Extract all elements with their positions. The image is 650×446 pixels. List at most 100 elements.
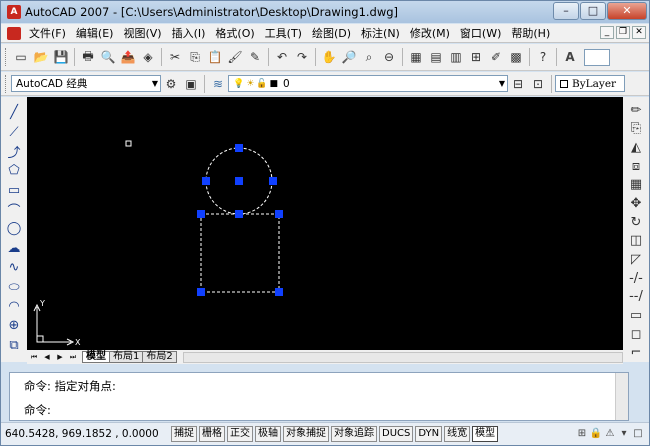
drawing-canvas[interactable]: Y X (27, 97, 623, 350)
redo-icon[interactable]: ↷ (294, 49, 311, 66)
save-icon[interactable]: 💾 (53, 49, 70, 66)
polygon-icon[interactable]: ⬠ (6, 162, 23, 179)
tab-2[interactable]: 布局2 (142, 351, 177, 363)
grip-group[interactable] (197, 144, 283, 296)
workspace-settings-icon[interactable]: ⚙ (163, 75, 180, 92)
help-icon[interactable]: ? (535, 49, 552, 66)
grip-rect-top-right[interactable] (275, 210, 283, 218)
layer-manager-icon[interactable]: ≋ (210, 75, 227, 92)
break-icon[interactable]: ▭ (628, 307, 645, 323)
block-editor-icon[interactable]: ✎ (247, 49, 264, 66)
zoom-realtime-icon[interactable]: 🔎 (341, 49, 358, 66)
extend-icon[interactable]: --/ (628, 289, 645, 305)
drawing-svg[interactable]: Y X (27, 97, 623, 350)
make-block-icon[interactable]: ⧉ (6, 337, 23, 354)
3d-dwf-icon[interactable]: ◈ (140, 49, 157, 66)
command-window[interactable]: 命令: 指定对角点: 命令: (9, 372, 629, 421)
text-style-dropdown[interactable] (584, 48, 610, 66)
move-icon[interactable]: ✥ (628, 195, 645, 211)
workspace-dropdown[interactable]: AutoCAD 经典 ▼ (11, 75, 161, 92)
status-toggle-6[interactable]: DUCS (379, 426, 414, 442)
tool-palettes-icon[interactable]: ▥ (448, 49, 465, 66)
menu-item-5[interactable]: 工具(T) (260, 25, 307, 41)
status-toggle-3[interactable]: 极轴 (255, 426, 281, 442)
open-icon[interactable]: 📂 (33, 49, 50, 66)
menu-item-2[interactable]: 视图(V) (118, 25, 166, 41)
status-toggle-8[interactable]: 线宽 (444, 426, 471, 442)
menu-item-4[interactable]: 格式(O) (210, 25, 259, 41)
autocad-logo-icon[interactable]: A (7, 5, 21, 19)
close-button[interactable]: ✕ (607, 2, 647, 20)
status-toggle-1[interactable]: 栅格 (199, 426, 225, 442)
fillet-icon[interactable]: ⌐ (628, 345, 645, 361)
rotate-icon[interactable]: ↻ (628, 214, 645, 230)
status-toggle-0[interactable]: 捕捉 (171, 426, 197, 442)
plot-icon[interactable]: 🖶 (80, 49, 97, 66)
communication-center-icon[interactable]: ⊞ (575, 426, 589, 441)
mirror-icon[interactable]: ◭ (628, 139, 645, 155)
next-tab-icon[interactable]: ▶ (54, 351, 66, 363)
minimize-button[interactable]: – (553, 2, 579, 20)
menu-item-3[interactable]: 插入(I) (167, 25, 211, 41)
command-prompt[interactable]: 命令: (24, 402, 51, 418)
chamfer-icon[interactable]: ◻ (628, 326, 645, 342)
offset-icon[interactable]: ⧈ (628, 158, 645, 174)
document-icon[interactable] (7, 26, 21, 40)
polyline-icon[interactable]: ⤴ (6, 143, 23, 161)
plot-preview-icon[interactable]: 🔍 (100, 49, 117, 66)
publish-icon[interactable]: 📤 (120, 49, 137, 66)
layer-previous-icon[interactable]: ⊡ (530, 75, 547, 92)
line-icon[interactable]: ╱ (6, 104, 23, 121)
mdi-restore-button[interactable]: ❐ (616, 26, 630, 39)
markup-icon[interactable]: ✐ (488, 49, 505, 66)
grip-circle-left[interactable] (202, 177, 210, 185)
selected-rectangle[interactable] (200, 213, 280, 293)
revision-cloud-icon[interactable]: ☁ (6, 240, 23, 257)
status-toggle-7[interactable]: DYN (415, 426, 443, 442)
text-style-icon[interactable]: A (562, 49, 579, 66)
stretch-icon[interactable]: ◸ (628, 251, 645, 267)
mdi-minimize-button[interactable]: _ (600, 26, 614, 39)
grip-circle-center[interactable] (235, 177, 243, 185)
ellipse-icon[interactable]: ⬭ (6, 279, 23, 296)
menu-item-6[interactable]: 绘图(D) (307, 25, 356, 41)
insert-block-icon[interactable]: ⊕ (6, 317, 23, 334)
grip-rect-bottom-right[interactable] (275, 288, 283, 296)
quickcalc-icon[interactable]: ▩ (508, 49, 525, 66)
status-menu-icon[interactable]: ▾ (617, 426, 631, 441)
maximize-button[interactable]: □ (580, 2, 606, 20)
toolbar-grip[interactable] (5, 48, 8, 66)
arc-icon[interactable]: ⌒ (6, 201, 23, 219)
paste-icon[interactable]: 📋 (207, 49, 224, 66)
array-icon[interactable]: ▦ (628, 177, 645, 193)
status-toggle-5[interactable]: 对象追踪 (331, 426, 377, 442)
trim-icon[interactable]: -/- (628, 270, 645, 286)
grip-rect-bottom-left[interactable] (197, 288, 205, 296)
menu-item-9[interactable]: 窗口(W) (455, 25, 506, 41)
menu-item-0[interactable]: 文件(F) (24, 25, 71, 41)
circle-icon[interactable]: ◯ (6, 220, 23, 237)
last-tab-icon[interactable]: ⏭ (67, 351, 79, 363)
previous-tab-icon[interactable]: ◀ (41, 351, 53, 363)
lock-toolbar-icon[interactable]: 🔒 (589, 426, 603, 441)
spline-icon[interactable]: ∿ (6, 259, 23, 276)
construction-line-icon[interactable]: ⟋ (6, 124, 23, 141)
rectangle-icon[interactable]: ▭ (6, 182, 23, 199)
status-toggle-4[interactable]: 对象捕捉 (283, 426, 329, 442)
match-properties-icon[interactable]: 🖌 (227, 49, 244, 66)
warning-icon[interactable]: ⚠ (603, 426, 617, 441)
copy-object-icon[interactable]: ⎘ (628, 121, 645, 137)
menu-item-10[interactable]: 帮助(H) (506, 25, 555, 41)
grip-circle-top[interactable] (235, 144, 243, 152)
mdi-close-button[interactable]: ✕ (632, 26, 646, 39)
toolbar-grip[interactable] (5, 74, 8, 93)
coordinate-readout[interactable]: 640.5428, 969.1852 , 0.0000 (1, 428, 171, 440)
layer-dropdown[interactable]: 💡 ☀ 🔓 ■ 0 ▼ (228, 75, 508, 92)
color-dropdown[interactable]: ByLayer (555, 75, 625, 92)
horizontal-scrollbar[interactable] (182, 351, 623, 363)
clean-screen-icon[interactable]: □ (631, 426, 645, 441)
ellipse-arc-icon[interactable]: ◠ (6, 298, 23, 315)
menu-item-1[interactable]: 编辑(E) (71, 25, 119, 41)
tab-1[interactable]: 布局1 (109, 351, 144, 363)
properties-icon[interactable]: ▦ (408, 49, 425, 66)
